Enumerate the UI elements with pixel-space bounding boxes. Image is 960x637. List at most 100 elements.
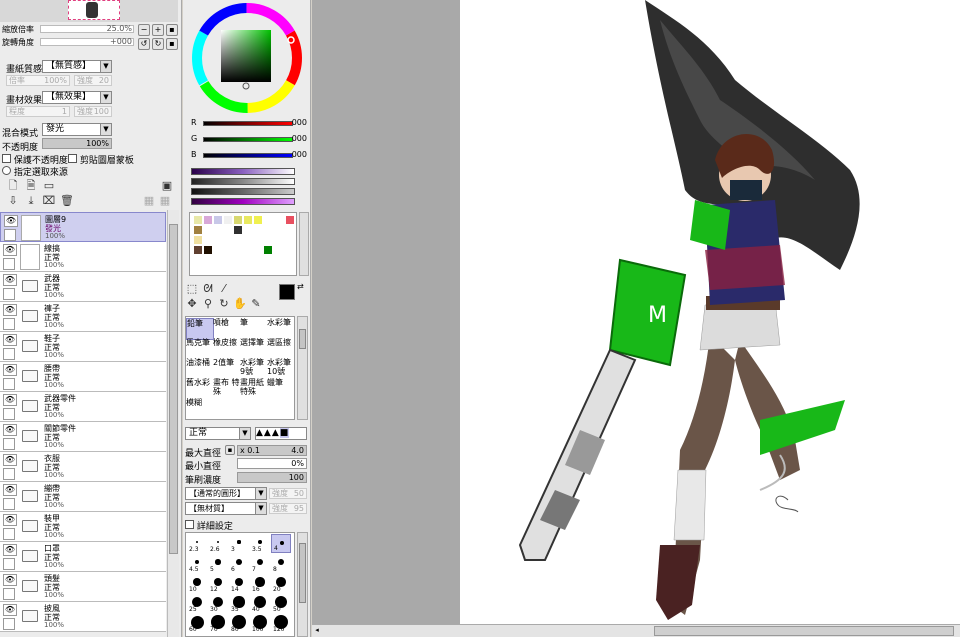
layer-row[interactable]: 👁 繃帶 正常 100% bbox=[0, 482, 166, 512]
layer-mask-icon[interactable]: ▣ bbox=[160, 179, 174, 193]
brush-size-cell[interactable]: 7 bbox=[250, 554, 270, 573]
clip-group-checkbox[interactable] bbox=[68, 154, 77, 163]
layer-lock-toggle[interactable] bbox=[3, 558, 15, 570]
zoom-reset-button[interactable]: ▪ bbox=[166, 24, 178, 36]
visibility-eye-icon[interactable]: 👁 bbox=[3, 454, 17, 466]
color-swatch[interactable] bbox=[234, 236, 242, 244]
brush-size-cell[interactable]: 3.5 bbox=[250, 534, 270, 553]
layer-lock-toggle[interactable] bbox=[3, 288, 15, 300]
color-swatch[interactable] bbox=[194, 236, 202, 244]
color-swatch[interactable] bbox=[194, 216, 202, 224]
canvas-hscrollbar[interactable]: ◂ bbox=[312, 624, 960, 637]
layer-lock-toggle[interactable] bbox=[3, 408, 15, 420]
layer-lock-toggle[interactable] bbox=[3, 438, 15, 450]
brush-size-cell[interactable]: 10 bbox=[187, 574, 207, 593]
red-slider[interactable] bbox=[203, 121, 293, 126]
color-swatch[interactable] bbox=[204, 216, 212, 224]
layer-lock-toggle[interactable] bbox=[3, 468, 15, 480]
brush-size-cell[interactable]: 4 bbox=[271, 534, 291, 553]
layer-row[interactable]: 👁 披風 正常 100% bbox=[0, 602, 166, 632]
brush-size-cell[interactable]: 5 bbox=[208, 554, 228, 573]
protect-alpha-checkbox[interactable] bbox=[2, 154, 11, 163]
mix-bar-1[interactable] bbox=[191, 168, 295, 175]
layer-lock-toggle[interactable] bbox=[3, 618, 15, 630]
layer-row[interactable]: 👁 武器 正常 100% bbox=[0, 272, 166, 302]
layer-lock-toggle[interactable] bbox=[3, 348, 15, 360]
layer-lock-toggle[interactable] bbox=[3, 378, 15, 390]
layer-lock-toggle[interactable] bbox=[3, 588, 15, 600]
brush-tool-slot[interactable]: 馬克筆 bbox=[186, 338, 214, 360]
color-swatch[interactable] bbox=[204, 246, 212, 254]
brush-size-cell[interactable]: 6 bbox=[229, 554, 249, 573]
layer-row[interactable]: 👁 武器零件 正常 100% bbox=[0, 392, 166, 422]
layer-row[interactable]: 👁 線搞 正常 100% bbox=[0, 242, 166, 272]
green-slider[interactable] bbox=[203, 137, 293, 142]
visibility-eye-icon[interactable]: 👁 bbox=[3, 544, 17, 556]
layer-row[interactable]: 👁 關節零件 正常 100% bbox=[0, 422, 166, 452]
brush-size-cell[interactable]: 100 bbox=[250, 614, 270, 633]
visibility-eye-icon[interactable]: 👁 bbox=[3, 424, 17, 436]
brush-size-cell[interactable]: 40 bbox=[250, 594, 270, 613]
visibility-eye-icon[interactable]: 👁 bbox=[3, 574, 17, 586]
visibility-eye-icon[interactable]: 👁 bbox=[3, 514, 17, 526]
blend-mode-select[interactable]: 發光 ▼ bbox=[42, 123, 112, 136]
color-swatch[interactable] bbox=[234, 226, 242, 234]
opacity-slider[interactable]: 100% bbox=[42, 138, 112, 149]
layer-lock-toggle[interactable] bbox=[3, 498, 15, 510]
new-folder-icon[interactable]: ▭ bbox=[42, 179, 56, 193]
brush-tool-slot[interactable]: 水彩筆 10號 bbox=[267, 358, 295, 380]
selection-source-radio[interactable] bbox=[2, 166, 11, 175]
zoom-out-button[interactable]: − bbox=[138, 24, 150, 36]
rotate-right-button[interactable]: ↻ bbox=[152, 38, 164, 50]
brush-tool-slot[interactable]: 橡皮擦 bbox=[213, 338, 241, 360]
layer-row[interactable]: 👁 腰帶 正常 100% bbox=[0, 362, 166, 392]
size-step-button[interactable]: ▪ bbox=[225, 445, 235, 455]
brush-tool-slot[interactable]: 水彩筆 9號 bbox=[240, 358, 268, 380]
visibility-eye-icon[interactable]: 👁 bbox=[3, 394, 17, 406]
brush-size-cell[interactable]: 30 bbox=[208, 594, 228, 613]
brush-size-cell[interactable]: 8 bbox=[271, 554, 291, 573]
layer-row[interactable]: 👁 裝甲 正常 100% bbox=[0, 512, 166, 542]
paper-texture-select[interactable]: 【無質感】 ▼ bbox=[42, 60, 112, 73]
brush-tool-slot[interactable]: 畫布 特殊 bbox=[213, 378, 241, 400]
brush-mode-select[interactable]: 正常 ▼ bbox=[185, 427, 251, 440]
visibility-eye-icon[interactable]: 👁 bbox=[3, 364, 17, 376]
brush-tool-slot[interactable]: 2值筆 bbox=[213, 358, 241, 380]
brush-tool-slot[interactable]: 鉛筆 bbox=[186, 318, 214, 340]
brush-tool-slot[interactable]: 模糊 bbox=[186, 398, 214, 420]
min-size-slider[interactable]: 0% bbox=[237, 458, 307, 469]
swatch-palette[interactable] bbox=[189, 212, 297, 276]
brush-size-cell[interactable]: 14 bbox=[229, 574, 249, 593]
visibility-eye-icon[interactable]: 👁 bbox=[3, 484, 17, 496]
magic-wand-icon[interactable]: ⁄ bbox=[217, 282, 231, 296]
navigator-thumbnail[interactable] bbox=[0, 0, 178, 22]
new-linework-icon[interactable]: 🗎 bbox=[24, 179, 38, 193]
brush-size-cell[interactable]: 2.6 bbox=[208, 534, 228, 553]
brush-edge-selector[interactable]: ▲▲▲■ bbox=[255, 427, 307, 440]
detail-settings-option[interactable]: 詳細設定 bbox=[185, 519, 233, 532]
color-swatch[interactable] bbox=[214, 216, 222, 224]
clip-group-option[interactable]: 剪貼圖層蒙板 bbox=[68, 153, 134, 166]
clear-layer-icon[interactable]: ⌧ bbox=[42, 194, 56, 208]
layer-row[interactable]: 👁 口罩 正常 100% bbox=[0, 542, 166, 572]
color-swatch[interactable] bbox=[286, 216, 294, 224]
layer-row[interactable]: 👁 鞋子 正常 100% bbox=[0, 332, 166, 362]
layer-lock-toggle[interactable] bbox=[3, 318, 15, 330]
size-grid-scrollbar[interactable] bbox=[297, 532, 308, 637]
mix-bar-3[interactable] bbox=[191, 188, 295, 195]
new-layer-icon[interactable]: 🗋 bbox=[6, 179, 20, 193]
detail-settings-checkbox[interactable] bbox=[185, 520, 194, 529]
brush-tool-slot[interactable]: 畫用紙 特殊 bbox=[240, 378, 268, 400]
brush-size-cell[interactable]: 35 bbox=[229, 594, 249, 613]
brush-size-cell[interactable]: 80 bbox=[229, 614, 249, 633]
visibility-eye-icon[interactable]: 👁 bbox=[4, 215, 18, 227]
brush-size-cell[interactable]: 16 bbox=[250, 574, 270, 593]
brush-texture-select[interactable]: 【無材質】 ▼ bbox=[185, 502, 267, 515]
brush-tool-slot[interactable]: 選區擦 bbox=[267, 338, 295, 360]
visibility-eye-icon[interactable]: 👁 bbox=[3, 304, 17, 316]
brush-size-cell[interactable]: 50 bbox=[271, 594, 291, 613]
tool-grid-scrollbar[interactable] bbox=[297, 316, 308, 420]
color-swatch[interactable] bbox=[244, 216, 252, 224]
color-mix-bars[interactable] bbox=[183, 166, 311, 210]
palette-scrollbar[interactable] bbox=[299, 212, 309, 276]
